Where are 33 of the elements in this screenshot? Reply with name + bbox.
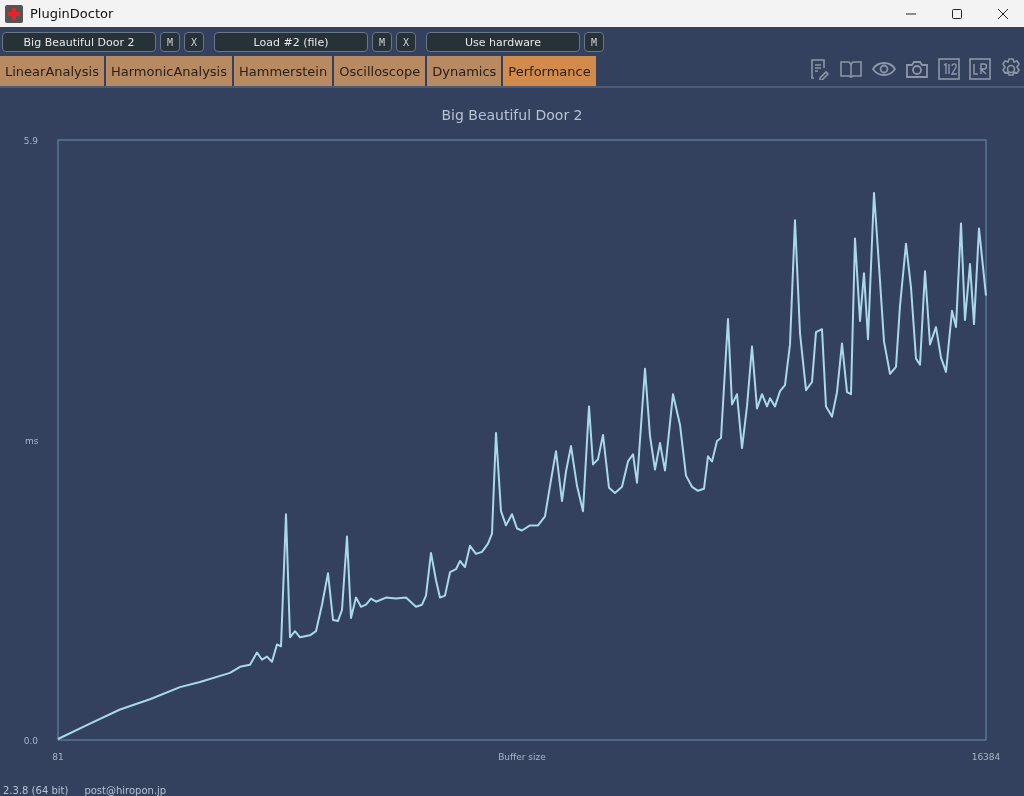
slot-option-button[interactable]: M [372,32,392,52]
camera-icon[interactable] [905,59,929,79]
window-title: PluginDoctor [30,6,114,21]
plugin-slot-button[interactable]: Big Beautiful Door 2 [2,32,156,52]
x-tick-label: 81 [52,752,64,762]
x-tick-label: 16384 [971,752,1001,762]
book-icon[interactable] [839,59,863,79]
version-text: 2.3.8 (64 bit) [3,785,69,796]
tab[interactable]: LinearAnalysis [0,56,104,86]
y-axis-label: ms [25,436,39,446]
y-tick-label: 5.9 [23,136,38,146]
one-two-icon[interactable] [938,58,960,80]
tab[interactable]: Oscilloscope [334,56,426,86]
tab[interactable]: Hammerstein [234,56,333,86]
app-logo-icon [5,4,23,23]
slot-option-button[interactable]: M [160,32,180,52]
lr-icon[interactable] [969,58,991,80]
contact-email: post@hiropon.jp [84,785,167,796]
plugin-slot-button[interactable]: Load #2 (file) [214,32,368,52]
slot-option-button[interactable]: X [396,32,416,52]
x-axis-label: Buffer size [498,752,546,762]
maximize-icon[interactable] [951,7,963,20]
plugin-slot-button[interactable]: Use hardware [426,32,580,52]
tab[interactable]: Dynamics [427,56,502,86]
slot-option-button[interactable]: M [584,32,604,52]
tab[interactable]: Performance [503,56,596,86]
chart-title: Big Beautiful Door 2 [441,107,583,123]
notes-icon[interactable] [808,58,830,80]
eye-icon[interactable] [872,61,896,77]
tab[interactable]: HarmonicAnalysis [105,56,232,86]
y-tick-label: 0.0 [23,736,38,746]
slot-option-button[interactable]: X [184,32,204,52]
close-icon[interactable] [997,7,1009,20]
